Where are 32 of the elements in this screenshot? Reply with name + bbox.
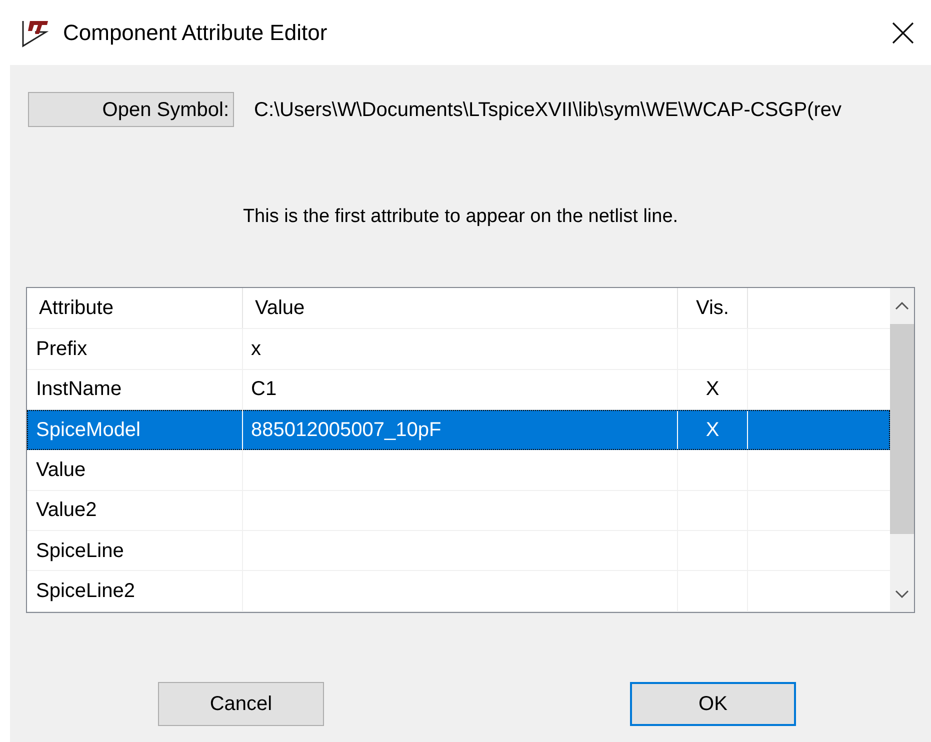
dialog-button[interactable]: OK	[630, 682, 796, 726]
table-cell-text: SpiceLine2	[36, 578, 135, 604]
open-symbol-button[interactable]: Open Symbol:	[28, 92, 234, 127]
table-row[interactable]: Prefix x	[27, 329, 890, 370]
table-row[interactable]: SpiceLine2	[27, 571, 890, 612]
table-row[interactable]: Value	[27, 450, 890, 491]
window-title: Component Attribute Editor	[63, 19, 328, 47]
table-cell-text: Prefix	[36, 336, 88, 362]
column-header[interactable]: Vis.	[678, 288, 748, 328]
scroll-down-icon[interactable]	[895, 590, 909, 598]
table-cell-text: X	[706, 377, 720, 402]
table-cell-text: InstName	[36, 377, 122, 402]
table-cell-text: Value2	[36, 498, 97, 524]
table-cell-text: x	[251, 336, 261, 362]
column-header[interactable]: Attribute	[27, 288, 243, 328]
table-cell-text: X	[706, 418, 720, 444]
table-cell-text: SpiceLine	[36, 538, 124, 564]
scrollbar-thumb[interactable]	[890, 324, 914, 534]
dialog-button[interactable]: Cancel	[158, 682, 324, 726]
hint-text: This is the first attribute to appear on the netlist line.	[242, 205, 678, 229]
table-cell-text: 885012005007_10pF	[251, 418, 442, 444]
table-row[interactable]: Value2	[27, 490, 890, 531]
table-cell-text: SpiceModel	[36, 418, 141, 444]
close-icon	[892, 22, 914, 44]
scroll-up-icon[interactable]	[895, 302, 909, 310]
table-cell-text: Value	[36, 458, 86, 483]
column-header[interactable]: Value	[243, 288, 678, 328]
table-cell-text: C1	[251, 377, 277, 402]
table-row[interactable]: SpiceLine	[27, 530, 890, 572]
scrollbar[interactable]	[890, 288, 914, 612]
symbol-path: C:\Users\W\Documents\LTspiceXVII\lib\sym\WE\WCAP-CSGP(rev	[254, 98, 842, 122]
table-row[interactable]: SpiceModel 885012005007_10pF X	[27, 410, 890, 450]
